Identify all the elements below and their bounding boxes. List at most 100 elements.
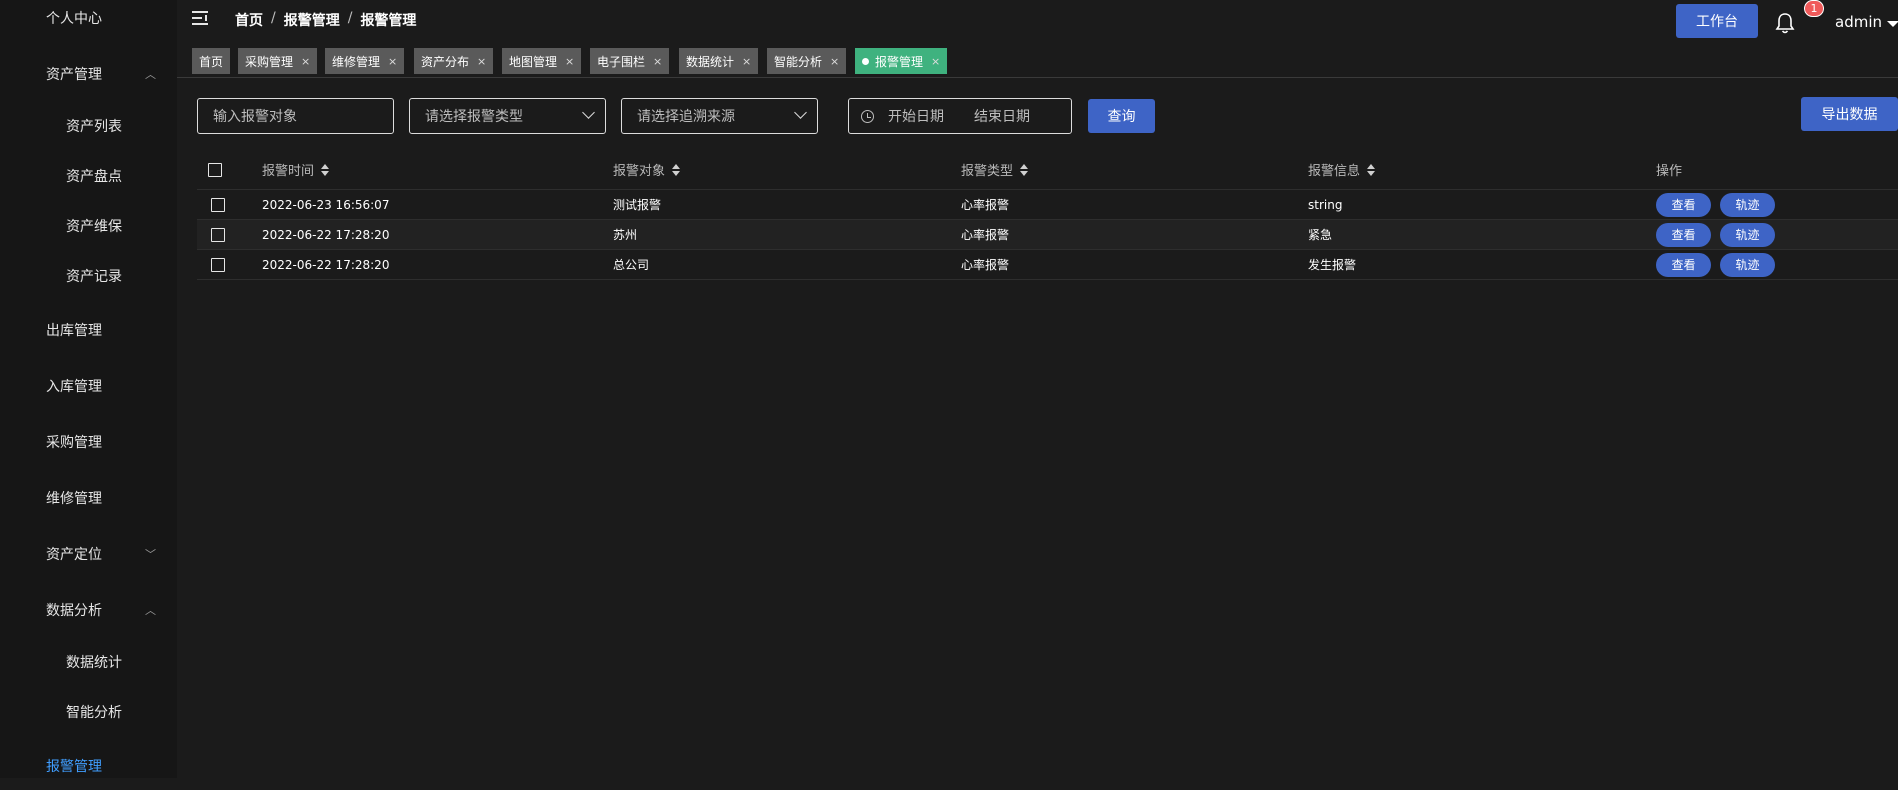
sidebar-item-label: 维修管理 [46,491,102,507]
tag-label: 资产分布 [421,54,470,69]
alarm-type-select[interactable]: 请选择报警类型 [409,98,606,134]
close-icon[interactable]: × [742,55,751,68]
row-checkbox[interactable] [211,197,225,212]
column-header-target[interactable]: 报警对象 [613,150,681,189]
sidebar-item-personal-center[interactable]: 个人中心 [0,0,177,42]
breadcrumb-separator: / [347,10,353,26]
chevron-down-icon [794,106,807,119]
sort-icon[interactable] [1020,163,1029,176]
close-icon[interactable]: × [388,55,397,68]
close-icon[interactable]: × [477,55,486,68]
tag-data-statistics[interactable]: 数据统计 × [679,48,759,74]
tag-purchase[interactable]: 采购管理 × [238,48,318,74]
view-button[interactable]: 查看 [1656,222,1711,247]
tag-smart-analysis[interactable]: 智能分析 × [767,48,847,74]
sidebar-item-data-analysis[interactable]: 数据分析 ︿ [0,586,177,634]
alarm-type: 心率报警 [961,228,1010,242]
breadcrumb: 首页 / 报警管理 / 报警管理 [235,10,416,30]
sort-icon[interactable] [1367,163,1376,176]
breadcrumb-separator: / [271,10,276,26]
close-icon[interactable]: × [830,55,839,68]
row-checkbox[interactable] [211,257,225,272]
date-range-picker[interactable]: 开始日期 结束日期 [848,98,1072,134]
sidebar-item-smart-analysis[interactable]: 智能分析 [0,688,177,736]
view-button[interactable]: 查看 [1656,252,1711,277]
workbench-button[interactable]: 工作台 [1676,4,1758,38]
alarm-target: 苏州 [613,228,638,242]
row-checkbox[interactable] [211,227,225,242]
track-button[interactable]: 轨迹 [1720,192,1775,217]
chevron-up-icon: ︿ [145,604,156,617]
tag-geofence[interactable]: 电子围栏 × [590,48,670,74]
start-date-input[interactable]: 开始日期 [888,106,944,126]
view-button[interactable]: 查看 [1656,192,1711,217]
sidebar-item-asset-location[interactable]: 资产定位 ﹀ [0,530,177,578]
sidebar-item-outbound[interactable]: 出库管理 [0,306,177,354]
sidebar-item-label: 资产维保 [66,219,122,235]
tag-label: 维修管理 [332,54,381,69]
tags-view: 首页 采购管理 × 维修管理 × 资产分布 × 地图管理 × 电子围栏 × 数据统计 × 智… [177,40,1898,78]
tag-home[interactable]: 首页 [192,48,231,74]
close-icon[interactable]: × [565,55,574,68]
column-header-time[interactable]: 报警时间 [262,150,330,189]
tag-label: 智能分析 [774,54,823,69]
column-header-type[interactable]: 报警类型 [961,150,1029,189]
sidebar-item-label: 数据分析 [46,603,102,619]
column-header-label: 报警信息 [1308,164,1361,179]
sidebar-item-repair[interactable]: 维修管理 [0,474,177,522]
close-icon[interactable]: × [653,55,662,68]
tag-asset-distribution[interactable]: 资产分布 × [414,48,494,74]
column-header-label: 报警时间 [262,164,315,179]
close-icon[interactable]: × [301,55,310,68]
tag-label: 电子围栏 [597,54,646,69]
breadcrumb-section[interactable]: 报警管理 [284,10,340,30]
sidebar-item-asset-inventory[interactable]: 资产盘点 [0,152,177,200]
close-icon[interactable]: × [931,55,940,68]
column-header-label: 报警类型 [961,164,1014,179]
tag-label: 采购管理 [245,54,294,69]
sidebar-item-alarm-management[interactable]: 报警管理 [0,742,177,790]
user-name[interactable]: admin [1835,13,1882,31]
sidebar-item-inbound[interactable]: 入库管理 [0,362,177,410]
tag-alarm-management[interactable]: 报警管理 × [855,48,948,74]
sidebar-item-data-statistics[interactable]: 数据统计 [0,638,177,686]
sidebar-item-label: 资产管理 [46,67,102,83]
query-button[interactable]: 查询 [1088,99,1155,133]
bell-icon[interactable] [1774,12,1796,34]
breadcrumb-home[interactable]: 首页 [235,10,263,30]
sidebar-item-label: 报警管理 [46,759,102,775]
caret-down-icon[interactable] [1887,21,1898,27]
chevron-down-icon: ﹀ [145,548,156,561]
sort-icon[interactable] [672,163,681,176]
trace-source-select[interactable]: 请选择追溯来源 [621,98,818,134]
tag-repair[interactable]: 维修管理 × [325,48,405,74]
chevron-down-icon [582,106,595,119]
column-header-info[interactable]: 报警信息 [1308,150,1376,189]
sidebar-item-label: 个人中心 [46,11,102,27]
alarm-target-input[interactable]: 输入报警对象 [197,98,394,134]
sidebar-item-asset-management[interactable]: 资产管理 ︿ [0,50,177,98]
track-button[interactable]: 轨迹 [1720,252,1775,277]
column-header-label: 报警对象 [613,164,666,179]
alarm-type: 心率报警 [961,198,1010,212]
select-all-checkbox[interactable] [208,162,222,177]
sidebar-item-asset-records[interactable]: 资产记录 [0,252,177,300]
sort-icon[interactable] [321,163,330,176]
sidebar-item-asset-maintenance[interactable]: 资产维保 [0,202,177,250]
alarm-info: 发生报警 [1308,258,1357,272]
sidebar-item-asset-list[interactable]: 资产列表 [0,102,177,150]
tag-label: 首页 [199,54,224,69]
alarm-info: string [1308,197,1343,212]
track-button[interactable]: 轨迹 [1720,222,1775,247]
sidebar-item-label: 资产列表 [66,119,122,135]
menu-toggle-icon[interactable] [192,10,210,26]
sidebar-item-label: 智能分析 [66,705,122,721]
sidebar-item-purchase[interactable]: 采购管理 [0,418,177,466]
alarm-target: 测试报警 [613,198,662,212]
export-data-button[interactable]: 导出数据 [1801,97,1898,131]
tag-map[interactable]: 地图管理 × [502,48,582,74]
tag-label: 数据统计 [686,54,735,69]
alarm-target: 总公司 [613,258,650,272]
end-date-input[interactable]: 结束日期 [974,106,1030,126]
notification-badge: 1 [1804,0,1824,17]
